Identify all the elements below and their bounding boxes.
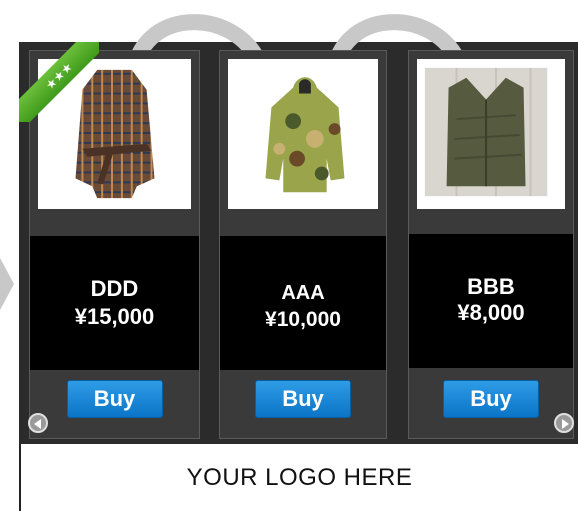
product-image-quilted-vest[interactable]: [417, 59, 565, 209]
vest-icon: [424, 67, 548, 197]
product-price: ¥10,000: [265, 308, 341, 331]
product-price: ¥8,000: [457, 300, 525, 325]
carousel-widget: DDD ¥15,000 Buy AAA ¥10,000 Buy BBB ¥8,0…: [0, 0, 578, 511]
left-edge-arrow-icon: [0, 258, 14, 310]
prev-arrow-icon[interactable]: [28, 413, 48, 433]
star-rating-icon: ★★★: [19, 42, 99, 122]
product-card-aaa[interactable]: AAA ¥10,000 Buy: [219, 50, 387, 439]
product-card-bbb[interactable]: BBB ¥8,000 Buy: [408, 50, 574, 439]
product-price: ¥15,000: [74, 304, 155, 329]
buy-button[interactable]: Buy: [255, 380, 351, 418]
next-arrow-icon[interactable]: [554, 413, 574, 433]
product-info-panel: DDD ¥15,000: [30, 236, 199, 370]
product-info-panel: BBB ¥8,000: [409, 234, 573, 368]
footer: YOUR LOGO HERE: [19, 444, 578, 511]
product-name: AAA: [281, 282, 325, 304]
featured-ribbon: ★★★: [19, 42, 99, 122]
buy-button[interactable]: Buy: [443, 380, 539, 418]
product-info-panel: AAA ¥10,000: [220, 236, 386, 370]
product-name: DDD: [90, 276, 139, 301]
product-image-camo-jacket[interactable]: [228, 59, 378, 209]
buy-button[interactable]: Buy: [66, 380, 163, 418]
product-name: BBB: [467, 274, 515, 299]
jacket-icon: [265, 77, 345, 193]
logo-text: YOUR LOGO HERE: [186, 464, 413, 491]
